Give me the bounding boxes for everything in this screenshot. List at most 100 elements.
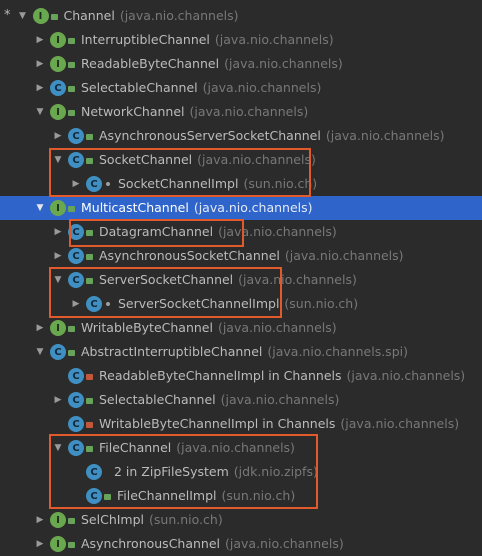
package-name: (java.nio.channels)	[176, 440, 295, 455]
public-lock-icon	[68, 326, 75, 332]
type-name: MulticastChannel	[81, 200, 189, 215]
chevron-right-icon[interactable]: ▶	[34, 52, 46, 76]
interface-icon: I	[50, 56, 66, 72]
tree-row[interactable]: ▼ C ServerSocketChannel (java.nio.channels)	[0, 268, 482, 292]
package-name: (java.nio.channels)	[197, 152, 316, 167]
chevron-right-icon[interactable]: ▶	[52, 388, 64, 412]
package-name: (java.nio.channels)	[346, 368, 466, 383]
class-icon: C	[68, 128, 84, 144]
interface-icon: I	[50, 32, 66, 48]
tree-row[interactable]: ▶ C SelectableChannel (java.nio.channels)	[0, 76, 482, 100]
package-name: (java.nio.channels)	[218, 224, 337, 239]
interface-icon: I	[50, 104, 66, 120]
interface-icon: I	[50, 512, 66, 528]
type-name: DatagramChannel	[99, 224, 214, 239]
class-icon: C	[50, 80, 66, 96]
public-lock-icon	[86, 158, 93, 164]
public-lock-icon	[86, 230, 93, 236]
package-name: (java.nio.channels)	[224, 56, 343, 71]
tree-row[interactable]: ▼ I NetworkChannel (java.nio.channels)	[0, 100, 482, 124]
chevron-down-icon[interactable]: ▼	[34, 196, 46, 220]
tree-row[interactable]: ▶ I AsynchronousChannel (java.nio.channels)	[0, 532, 482, 556]
interface-icon: I	[32, 8, 49, 24]
package-name: (java.nio.channels)	[220, 392, 340, 407]
interface-icon: I	[50, 536, 66, 552]
tree-row[interactable]: ▶ C SocketChannelImpl (sun.nio.ch)	[0, 172, 482, 196]
chevron-down-icon[interactable]: ▼	[17, 4, 29, 28]
chevron-right-icon[interactable]: ▶	[52, 244, 64, 268]
type-name: SelectableChannel	[81, 80, 198, 95]
chevron-right-icon[interactable]: ▶	[52, 220, 64, 244]
class-icon: C	[68, 392, 84, 408]
chevron-right-icon[interactable]: ▶	[52, 124, 64, 148]
tree-row[interactable]: * ▼ I Channel (java.nio.channels)	[0, 4, 482, 28]
tree-row[interactable]: ▶CWritableByteChannelImpl in Channels(ja…	[0, 412, 482, 436]
tree-row[interactable]: ▶ I InterruptibleChannel (java.nio.channels…	[0, 28, 482, 52]
package-private-icon	[106, 182, 110, 186]
tree-row[interactable]: ▶C2 in ZipFileSystem(jdk.nio.zipfs)	[0, 460, 482, 484]
package-name: (java.nio.channels)	[193, 200, 313, 215]
chevron-down-icon[interactable]: ▼	[52, 148, 64, 172]
package-name: (sun.nio.ch)	[243, 176, 318, 191]
type-name: SelectableChannel	[99, 392, 216, 407]
class-icon: C	[68, 368, 84, 384]
type-name: AsynchronousChannel	[81, 536, 221, 551]
tree-row[interactable]: ▼ C AbstractInterruptibleChannel (java.nio.…	[0, 340, 482, 364]
chevron-down-icon[interactable]: ▼	[34, 340, 46, 364]
package-name: (java.nio.channels)	[340, 416, 460, 431]
tree-row[interactable]: ▶ I ReadableByteChannel (java.nio.channels)	[0, 52, 482, 76]
tree-row[interactable]: ▶ C AsynchronousSocketChannel (java.nio.cha…	[0, 244, 482, 268]
type-name: InterruptibleChannel	[81, 32, 210, 47]
class-icon: C	[86, 464, 102, 480]
chevron-right-icon[interactable]: ▶	[34, 508, 46, 532]
package-name: (java.nio.channels)	[325, 128, 445, 143]
tree-row[interactable]: ▶CReadableByteChannelImpl in Channels(ja…	[0, 364, 482, 388]
interface-icon: I	[50, 320, 66, 336]
package-name: (java.nio.channels)	[202, 80, 322, 95]
private-lock-icon	[86, 374, 93, 380]
public-lock-icon	[68, 62, 75, 68]
chevron-right-icon[interactable]: ▶	[34, 532, 46, 556]
type-name: AsynchronousServerSocketChannel	[99, 128, 321, 143]
tree-row[interactable]: ▶ C AsynchronousServerSocketChannel (java.n…	[0, 124, 482, 148]
package-name: (java.nio.channels)	[284, 248, 404, 263]
package-name: (java.nio.channels.spi)	[267, 344, 408, 359]
package-name: (java.nio.channels)	[238, 272, 357, 287]
tree-row[interactable]: ▶ C DatagramChannel (java.nio.channels)	[0, 220, 482, 244]
type-name: ServerSocketChannel	[99, 272, 234, 287]
class-icon: C	[68, 152, 84, 168]
type-name: WritableByteChannel	[81, 320, 213, 335]
tree-row[interactable]: ▼ C FileChannel (java.nio.channels)	[0, 436, 482, 460]
package-name: (sun.nio.ch)	[149, 512, 223, 527]
public-lock-icon	[68, 38, 75, 44]
interface-icon: I	[50, 200, 66, 216]
chevron-right-icon[interactable]: ▶	[70, 292, 82, 316]
class-icon: C	[68, 272, 84, 288]
class-icon: C	[68, 416, 84, 432]
package-name: (sun.nio.ch)	[221, 488, 296, 503]
type-name: Channel	[63, 8, 115, 23]
tree-row[interactable]: ▶ C ServerSocketChannelImpl (sun.nio.ch)	[0, 292, 482, 316]
tree-row[interactable]: ▼ I MulticastChannel (java.nio.channels)	[0, 196, 482, 220]
chevron-down-icon[interactable]: ▼	[52, 436, 64, 460]
tree-row[interactable]: ▶ I SelChImpl (sun.nio.ch)	[0, 508, 482, 532]
star-marker: *	[4, 8, 11, 23]
tree-row[interactable]: ▶CFileChannelImpl(sun.nio.ch)	[0, 484, 482, 508]
tree-row[interactable]: ▶ I WritableByteChannel (java.nio.channels)	[0, 316, 482, 340]
tree-row[interactable]: ▶ C SelectableChannel (java.nio.channels)	[0, 388, 482, 412]
type-hierarchy-tree: * ▼ I Channel (java.nio.channels) ▶ I Interrupt…	[0, 4, 482, 556]
chevron-down-icon[interactable]: ▼	[52, 268, 64, 292]
type-name: AsynchronousSocketChannel	[99, 248, 280, 263]
public-lock-icon	[68, 86, 75, 92]
chevron-right-icon[interactable]: ▶	[34, 316, 46, 340]
public-lock-icon	[68, 350, 75, 356]
tree-row[interactable]: ▼ C SocketChannel (java.nio.channels)	[0, 148, 482, 172]
chevron-down-icon[interactable]: ▼	[34, 100, 46, 124]
class-icon: C	[86, 176, 102, 192]
public-lock-icon	[104, 494, 111, 500]
package-name: (java.nio.channels)	[119, 8, 239, 23]
chevron-right-icon[interactable]: ▶	[34, 76, 46, 100]
public-lock-icon	[86, 254, 93, 260]
chevron-right-icon[interactable]: ▶	[34, 28, 46, 52]
chevron-right-icon[interactable]: ▶	[70, 172, 82, 196]
